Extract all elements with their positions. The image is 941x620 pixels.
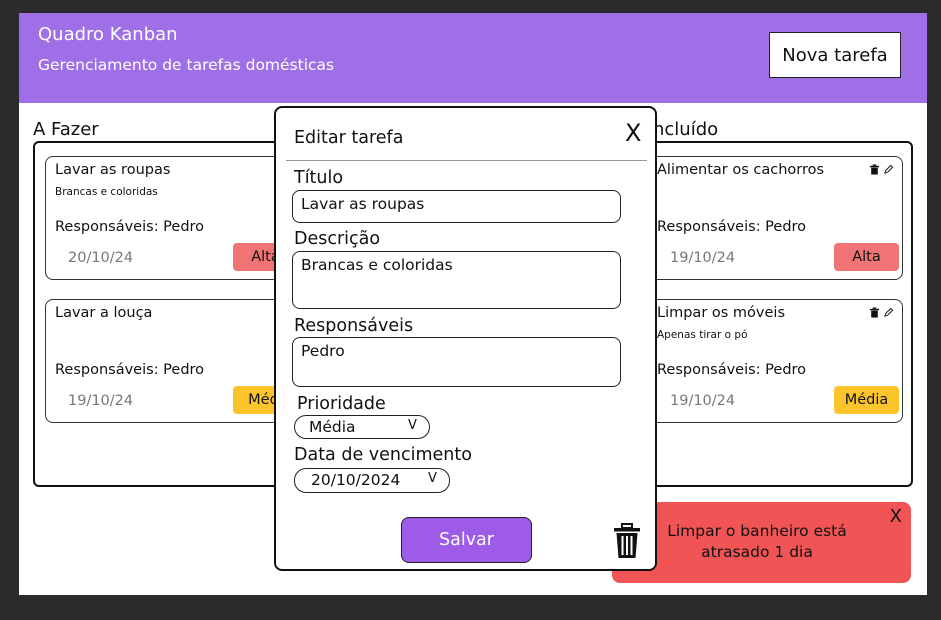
app-frame: Quadro Kanban Gerenciamento de tarefas d… (19, 13, 927, 595)
column-title-done: ncluído (653, 119, 719, 140)
priority-select[interactable]: Média V (294, 415, 430, 439)
trash-icon[interactable] (869, 306, 880, 318)
column-done: Alimentar os cachorros Responsáveis: Ped… (619, 141, 913, 487)
card-description: Brancas e coloridas (55, 186, 158, 198)
priority-label: Prioridade (297, 394, 386, 414)
title-label: Título (294, 168, 344, 188)
title-input[interactable]: Lavar as roupas (292, 190, 621, 223)
chevron-down-icon: V (428, 471, 437, 486)
modal-title: Editar tarefa (294, 128, 404, 148)
card-title: Lavar as roupas (55, 162, 171, 178)
header: Quadro Kanban Gerenciamento de tarefas d… (19, 13, 927, 103)
card-responsible: Responsáveis: Pedro (55, 219, 205, 235)
due-date-input[interactable]: 20/10/2024 V (294, 468, 450, 493)
app-title: Quadro Kanban (38, 24, 178, 45)
card-due-date: 20/10/24 (68, 250, 134, 266)
card-title: Alimentar os cachorros (657, 162, 825, 178)
responsible-input[interactable]: Pedro (292, 337, 621, 387)
trash-icon[interactable] (613, 523, 641, 563)
trash-icon[interactable] (869, 163, 880, 175)
pencil-icon[interactable] (883, 164, 894, 175)
column-title-todo: A Fazer (33, 119, 99, 140)
due-date-label: Data de vencimento (294, 445, 472, 465)
card-due-date: 19/10/24 (68, 393, 134, 409)
card-title: Lavar a louça (55, 305, 153, 321)
pencil-icon[interactable] (883, 307, 894, 318)
close-icon[interactable]: X (625, 119, 641, 147)
card-responsible: Responsáveis: Pedro (657, 219, 807, 235)
toast-message: Limpar o banheiro está atrasado 1 dia (667, 522, 847, 561)
card-title: Limpar os móveis (657, 305, 786, 321)
description-textarea[interactable]: Brancas e coloridas (292, 251, 621, 309)
card-actions (869, 162, 895, 175)
modal-divider (286, 160, 647, 161)
responsible-label: Responsáveis (294, 316, 414, 336)
edit-task-modal: Editar tarefa X Título Lavar as roupas D… (274, 106, 657, 571)
card-actions (869, 305, 895, 318)
priority-select-value: Média (309, 418, 356, 436)
description-label: Descrição (294, 229, 381, 249)
priority-badge: Alta (834, 243, 899, 271)
toast-close-button[interactable]: X (890, 506, 902, 527)
priority-badge: Média (834, 386, 899, 414)
task-card[interactable]: Alimentar os cachorros Responsáveis: Ped… (631, 156, 903, 280)
task-card[interactable]: Limpar os móveis Apenas tirar o pó Respo… (631, 299, 903, 423)
card-due-date: 19/10/24 (670, 393, 736, 409)
card-responsible: Responsáveis: Pedro (657, 362, 807, 378)
chevron-down-icon: V (408, 418, 417, 433)
card-description: Apenas tirar o pó (657, 329, 748, 341)
new-task-button[interactable]: Nova tarefa (769, 32, 901, 78)
due-date-value: 20/10/2024 (311, 471, 401, 489)
save-button[interactable]: Salvar (401, 517, 532, 563)
app-subtitle: Gerenciamento de tarefas domésticas (38, 56, 335, 74)
card-responsible: Responsáveis: Pedro (55, 362, 205, 378)
card-due-date: 19/10/24 (670, 250, 736, 266)
